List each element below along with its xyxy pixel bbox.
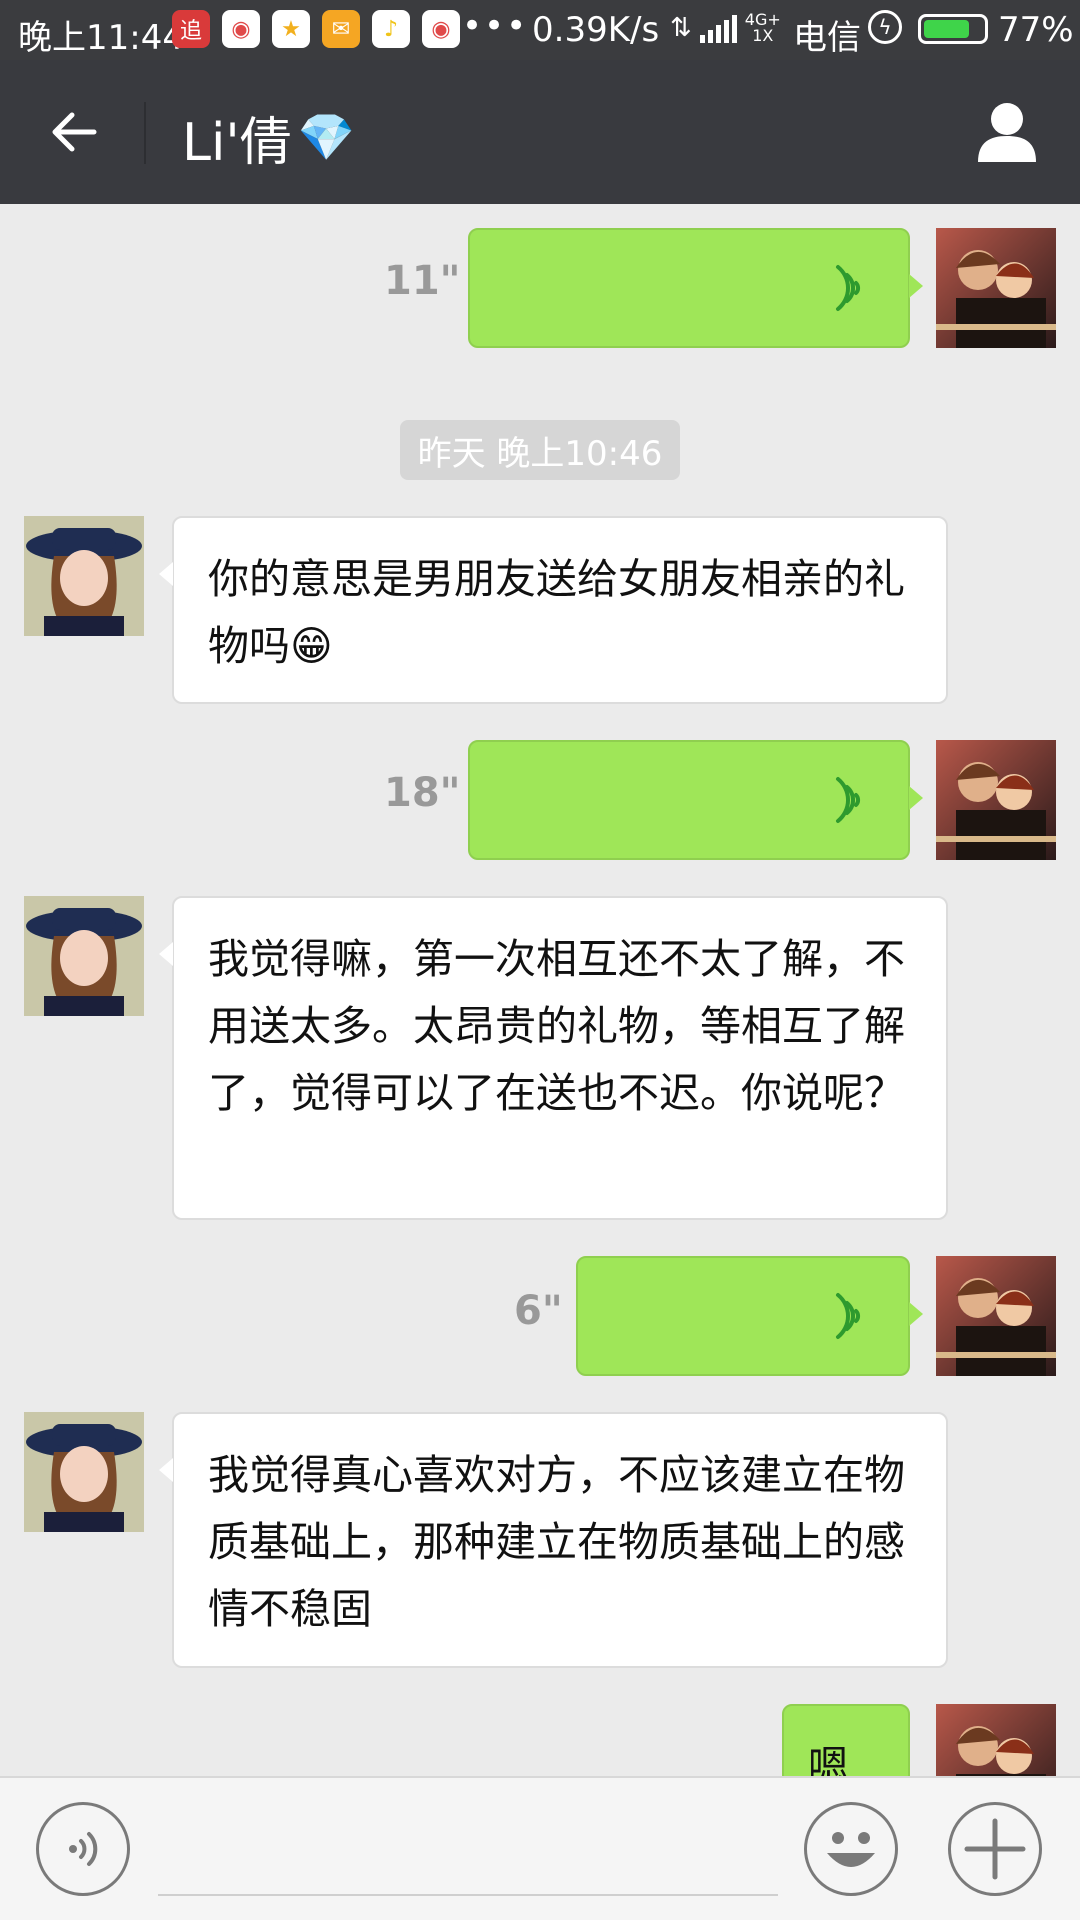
data-arrows-icon: ⇅: [670, 13, 692, 43]
voice-message-bubble[interactable]: [468, 740, 923, 860]
voice-duration: 11": [384, 258, 461, 304]
my-avatar[interactable]: [936, 1256, 1056, 1376]
text-message-bubble[interactable]: 我觉得真心喜欢对方，不应该建立在物质基础上，那种建立在物质基础上的感情不稳固: [159, 1412, 948, 1668]
network-speed: 0.39K/s: [532, 10, 660, 50]
battery-percent: 77%: [998, 10, 1074, 50]
zhui-app-icon: 追: [172, 10, 210, 48]
star-app-icon: ★: [272, 10, 310, 48]
message-input[interactable]: [158, 1894, 778, 1896]
person-icon[interactable]: [976, 100, 1038, 164]
voice-duration: 6": [514, 1288, 563, 1334]
voice-icon[interactable]: [36, 1802, 130, 1896]
voice-message-bubble[interactable]: [576, 1256, 923, 1376]
voice-message-bubble[interactable]: [468, 228, 923, 348]
contact-avatar[interactable]: [24, 516, 144, 636]
input-bar: [0, 1776, 1080, 1920]
contact-avatar[interactable]: [24, 1412, 144, 1532]
network-type: 4G+ 1X: [745, 12, 781, 44]
battery-icon: [918, 14, 988, 44]
status-bar: 晚上11:44 追 ◉ ★ ✉ ♪ ◉ ••• 0.39K/s ⇅ 4G+ 1X…: [0, 0, 1080, 60]
chat-header: Li'倩 💎: [0, 60, 1080, 204]
chat-title: Li'倩 💎: [182, 100, 355, 175]
my-avatar[interactable]: [936, 228, 1056, 348]
signal-bars-icon: [699, 13, 737, 43]
carrier-name: 电信: [793, 18, 861, 58]
contact-avatar[interactable]: [24, 896, 144, 1016]
contact-name: Li'倩: [182, 113, 292, 173]
message-text: 我觉得真心喜欢对方，不应该建立在物质基础上，那种建立在物质基础上的感情不稳固: [208, 1451, 905, 1633]
voice-duration: 18": [384, 770, 461, 816]
battery-fill: [924, 20, 969, 38]
smiley-icon[interactable]: [804, 1802, 898, 1896]
signal-indicator: ⇅ 4G+ 1X: [670, 12, 781, 44]
diamond-emoji-icon: 💎: [297, 110, 355, 164]
weibo-app-icon: ◉: [222, 10, 260, 48]
plus-icon[interactable]: [948, 1802, 1042, 1896]
mail-app-icon: ✉: [322, 10, 360, 48]
network-type-bottom: 1X: [752, 26, 774, 45]
status-time: 晚上11:44: [18, 18, 184, 58]
music-app-icon: ♪: [372, 10, 410, 48]
text-message-bubble[interactable]: 你的意思是男朋友送给女朋友相亲的礼物吗😁: [159, 516, 948, 704]
more-notifications-icon: •••: [462, 6, 529, 46]
weibo-app-icon: ◉: [422, 10, 460, 48]
notification-icons: 追 ◉ ★ ✉ ♪ ◉: [172, 10, 460, 48]
text-message-bubble[interactable]: 我觉得嘛，第一次相互还不太了解，不用送太多。太昂贵的礼物，等相互了解了，觉得可以…: [159, 896, 948, 1220]
voice-wave-icon: [836, 1293, 861, 1339]
timestamp-label: 昨天 晚上10:46: [400, 420, 680, 480]
voice-wave-icon: [836, 777, 861, 823]
my-avatar[interactable]: [936, 1704, 1056, 1776]
my-avatar[interactable]: [936, 740, 1056, 860]
grin-emoji-icon: 😁: [290, 622, 333, 670]
back-arrow-icon[interactable]: [48, 106, 100, 158]
voice-wave-icon: [836, 265, 861, 311]
header-divider: [144, 102, 146, 164]
message-text: 我觉得嘛，第一次相互还不太了解，不用送太多。太昂贵的礼物，等相互了解了，觉得可以…: [208, 935, 905, 1117]
charging-icon: ϟ: [868, 10, 902, 44]
